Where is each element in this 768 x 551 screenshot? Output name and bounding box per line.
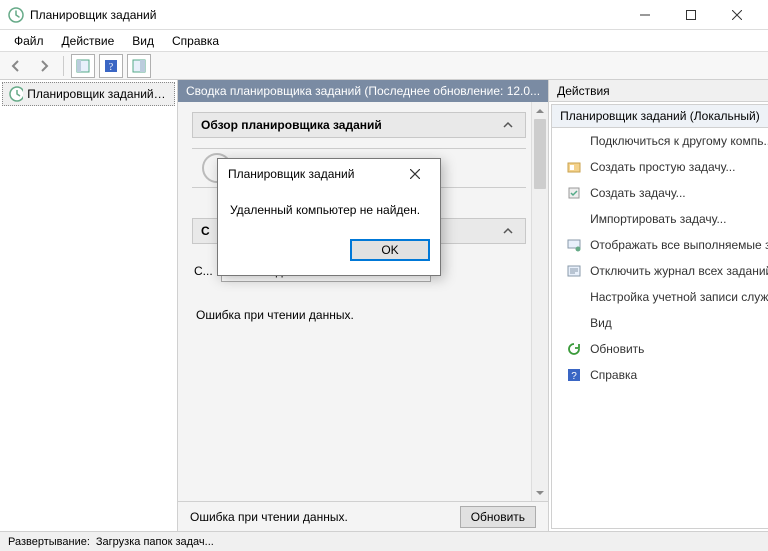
scheduler-icon: [9, 86, 23, 102]
actions-header: Действия: [549, 80, 768, 102]
action-label: Отображать все выполняемые за...: [590, 238, 768, 252]
action-label: Вид: [590, 316, 612, 330]
error-dialog: Планировщик заданий Удаленный компьютер …: [217, 158, 441, 276]
overview-section-header[interactable]: Обзор планировщика заданий: [192, 112, 526, 138]
wizard-icon: [566, 159, 582, 175]
nav-forward-button[interactable]: [32, 54, 56, 78]
summary-header: Сводка планировщика заданий (Последнее о…: [178, 80, 548, 102]
scroll-thumb[interactable]: [534, 119, 546, 189]
action-label: Импортировать задачу...: [590, 212, 726, 226]
collapse-icon: [499, 222, 517, 240]
menu-view[interactable]: Вид: [124, 32, 162, 50]
action-refresh[interactable]: Обновить: [552, 336, 768, 362]
blank-icon: [566, 133, 582, 149]
action-connect[interactable]: Подключиться к другому компь...: [552, 128, 768, 154]
toolbar-separator: [63, 56, 64, 76]
close-icon: [410, 169, 420, 179]
task-icon: [566, 185, 582, 201]
action-create-basic-task[interactable]: Создать простую задачу...: [552, 154, 768, 180]
status-label: Развертывание:: [8, 536, 90, 548]
running-icon: [566, 237, 582, 253]
action-label: Справка: [590, 368, 637, 382]
summary-pane: Сводка планировщика заданий (Последнее о…: [178, 80, 549, 531]
refresh-button-label: Обновить: [471, 510, 525, 524]
action-help[interactable]: ? Справка: [552, 362, 768, 388]
dialog-ok-button[interactable]: OK: [350, 239, 430, 261]
menu-file[interactable]: Файл: [6, 32, 52, 50]
summary-footer: Ошибка при чтении данных. Обновить: [178, 501, 548, 531]
period-label: С...: [194, 264, 213, 278]
collapse-icon: [499, 116, 517, 134]
menu-help[interactable]: Справка: [164, 32, 227, 50]
action-import-task[interactable]: Импортировать задачу...: [552, 206, 768, 232]
refresh-button[interactable]: Обновить: [460, 506, 536, 528]
tree-pane: Планировщик заданий (Ло...: [0, 80, 178, 531]
dialog-title-text: Планировщик заданий: [228, 167, 354, 181]
dialog-titlebar: Планировщик заданий: [218, 159, 440, 189]
blank-icon: [566, 211, 582, 227]
action-disable-history[interactable]: Отключить журнал всех заданий: [552, 258, 768, 284]
action-create-task[interactable]: Создать задачу...: [552, 180, 768, 206]
dialog-footer: OK: [218, 239, 440, 275]
show-hide-tree-button[interactable]: [71, 54, 95, 78]
statusbar: Развертывание: Загрузка папок задач...: [0, 531, 768, 551]
actions-group-header[interactable]: Планировщик заданий (Локальный): [552, 105, 768, 128]
help-icon: ?: [566, 367, 582, 383]
blank-icon: [566, 315, 582, 331]
action-label: Отключить журнал всех заданий: [590, 264, 768, 278]
overview-section-title: Обзор планировщика заданий: [201, 118, 382, 132]
dialog-ok-label: OK: [381, 243, 398, 257]
blank-icon: [566, 289, 582, 305]
svg-text:?: ?: [571, 371, 577, 382]
svg-text:?: ?: [109, 62, 114, 73]
titlebar: Планировщик заданий: [0, 0, 768, 30]
actions-body: Планировщик заданий (Локальный) Подключи…: [551, 104, 768, 529]
minimize-button[interactable]: [622, 0, 668, 30]
nav-back-button[interactable]: [4, 54, 28, 78]
scroll-up-arrow[interactable]: [532, 102, 548, 119]
app-icon: [8, 7, 24, 23]
help-button[interactable]: ?: [99, 54, 123, 78]
actions-pane: Действия Планировщик заданий (Локальный)…: [549, 80, 768, 531]
window-title: Планировщик заданий: [30, 8, 622, 22]
footer-error-text: Ошибка при чтении данных.: [190, 510, 348, 524]
toolbar: ?: [0, 52, 768, 80]
maximize-button[interactable]: [668, 0, 714, 30]
action-label: Обновить: [590, 342, 644, 356]
dialog-message: Удаленный компьютер не найден.: [218, 189, 440, 239]
refresh-icon: [566, 341, 582, 357]
action-label: Подключиться к другому компь...: [590, 134, 768, 148]
close-button[interactable]: [714, 0, 760, 30]
tree-root-label: Планировщик заданий (Ло...: [27, 87, 168, 101]
action-label: Создать простую задачу...: [590, 160, 735, 174]
action-label: Создать задачу...: [590, 186, 686, 200]
scroll-down-arrow[interactable]: [532, 484, 548, 501]
action-show-running[interactable]: Отображать все выполняемые за...: [552, 232, 768, 258]
read-error-text: Ошибка при чтении данных.: [192, 288, 526, 342]
action-label: Настройка учетной записи служ...: [590, 290, 768, 304]
content-area: Планировщик заданий (Ло... Сводка планир…: [0, 80, 768, 531]
menubar: Файл Действие Вид Справка: [0, 30, 768, 52]
dialog-close-button[interactable]: [400, 162, 430, 186]
action-account-settings[interactable]: Настройка учетной записи служ...: [552, 284, 768, 310]
tree-root-item[interactable]: Планировщик заданий (Ло...: [2, 82, 175, 106]
menu-action[interactable]: Действие: [54, 32, 123, 50]
status-section-prefix: С: [201, 224, 210, 238]
action-view[interactable]: Вид ▸: [552, 310, 768, 336]
status-value: Загрузка папок задач...: [96, 536, 214, 548]
window-controls: [622, 0, 760, 30]
properties-button[interactable]: [127, 54, 151, 78]
vertical-scrollbar[interactable]: [531, 102, 548, 501]
history-icon: [566, 263, 582, 279]
actions-group-label: Планировщик заданий (Локальный): [560, 109, 760, 123]
